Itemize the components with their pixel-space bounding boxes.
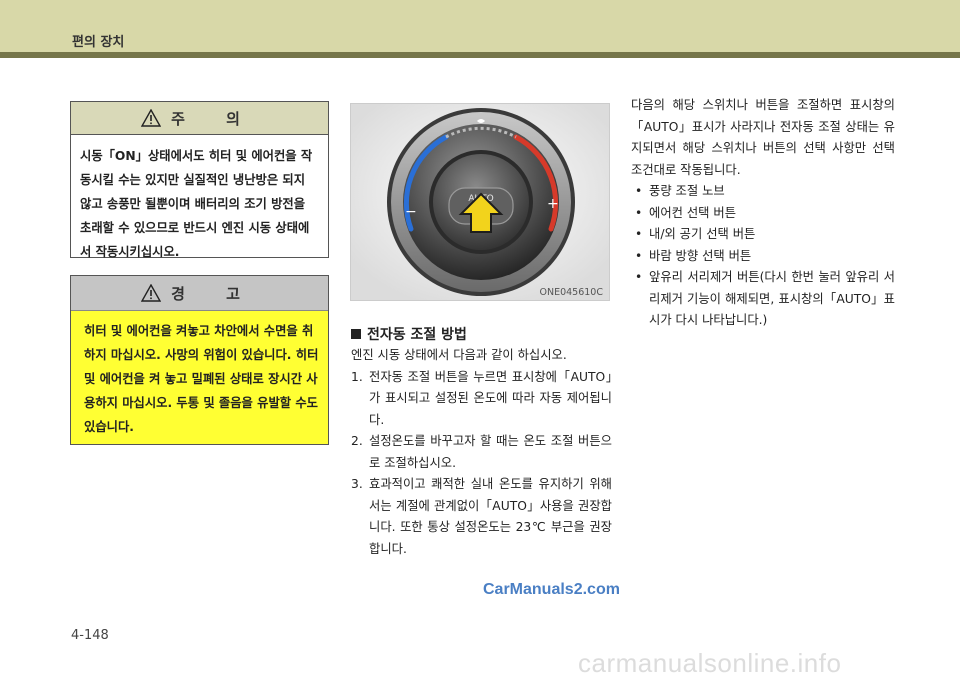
site-watermark: carmanualsonline.info [578,648,842,678]
auto-knob-figure: − + AUTO ONE045610C [350,103,610,301]
section-header-title: 편의 장치 [72,35,125,50]
auto-knob-illustration: − + AUTO [351,104,609,300]
header-rule [0,52,960,58]
section-title-text: 전자동 조절 방법 [367,327,467,343]
bullet-icon: • [635,270,643,284]
warning-text: 히터 및 에어컨을 켜놓고 차안에서 수면을 취하지 마십시오. 사망의 위험이… [84,324,319,434]
bullet-text: 풍량 조절 노브 [649,184,725,198]
step-number: 2. [351,434,363,448]
step-text: 효과적이고 쾌적한 실내 온도를 유지하기 위해서는 계절에 관계없이「AUTO… [369,477,612,556]
header-band [0,0,960,52]
list-item: • 내/외 공기 선택 버튼 [631,224,895,246]
step-number: 3. [351,477,363,491]
warning-header: 경 고 [71,276,328,311]
steps-intro: 엔진 시동 상태에서 다음과 같이 하십시오. [351,348,567,362]
auto-cancel-info: 다음의 해당 스위치나 버튼을 조절하면 표시창의「AUTO」표시가 사라지나 … [631,95,895,332]
list-item: 3. 효과적이고 쾌적한 실내 온도를 유지하기 위해서는 계절에 관계없이「A… [351,474,612,560]
page-number: 4-148 [71,628,109,643]
warning-box: 경 고 히터 및 에어컨을 켜놓고 차안에서 수면을 취하지 마십시오. 사망의… [70,275,329,445]
section-title: 전자동 조절 방법 [351,324,467,344]
warning-title: 경 고 [171,284,258,303]
caution-title: 주 의 [171,109,258,128]
caution-header: 주 의 [71,102,328,135]
list-item: • 바람 방향 선택 버튼 [631,246,895,268]
square-bullet-icon [351,329,361,339]
warning-triangle-icon [141,284,162,302]
list-item: • 앞유리 서리제거 버튼(다시 한번 눌러 앞유리 서리제거 기능이 해제되면… [631,267,895,332]
caution-box: 주 의 시동「ON」상태에서도 히터 및 에어컨을 작동시킬 수는 있지만 실질… [70,101,329,259]
step-text: 전자동 조절 버튼을 누르면 표시창에「AUTO」가 표시되고 설정된 온도에 … [369,369,612,427]
list-item: 2. 설정온도를 바꾸고자 할 때는 온도 조절 버튼으로 조절하십시오. [351,431,612,474]
figure-code: ONE045610C [539,287,604,298]
temp-down-glyph: − [405,204,417,220]
list-item: • 에어컨 선택 버튼 [631,203,895,225]
list-item: 1. 전자동 조절 버튼을 누르면 표시창에「AUTO」가 표시되고 설정된 온… [351,367,612,432]
bullet-text: 내/외 공기 선택 버튼 [649,227,756,241]
watermark-link[interactable]: CarManuals2.com [483,581,620,599]
step-text: 설정온도를 바꾸고자 할 때는 온도 조절 버튼으로 조절하십시오. [369,434,612,470]
bullet-icon: • [635,227,643,241]
step-number: 1. [351,369,363,384]
bullet-icon: • [635,205,643,220]
temp-up-glyph: + [547,196,559,212]
list-item: • 풍량 조절 노브 [631,181,895,203]
right-intro: 다음의 해당 스위치나 버튼을 조절하면 표시창의「AUTO」표시가 사라지나 … [631,98,895,177]
bullet-icon: • [635,248,643,263]
bullet-text: 앞유리 서리제거 버튼(다시 한번 눌러 앞유리 서리제거 기능이 해제되면, … [649,270,895,327]
auto-steps: 엔진 시동 상태에서 다음과 같이 하십시오. 1. 전자동 조절 버튼을 누르… [351,345,612,560]
bullet-text: 에어컨 선택 버튼 [649,205,737,220]
bullet-icon: • [635,184,643,198]
caution-text: 시동「ON」상태에서도 히터 및 에어컨을 작동시킬 수는 있지만 실질적인 냉… [80,149,313,259]
bullet-text: 바람 방향 선택 버튼 [649,248,752,263]
caution-triangle-icon [141,109,162,127]
